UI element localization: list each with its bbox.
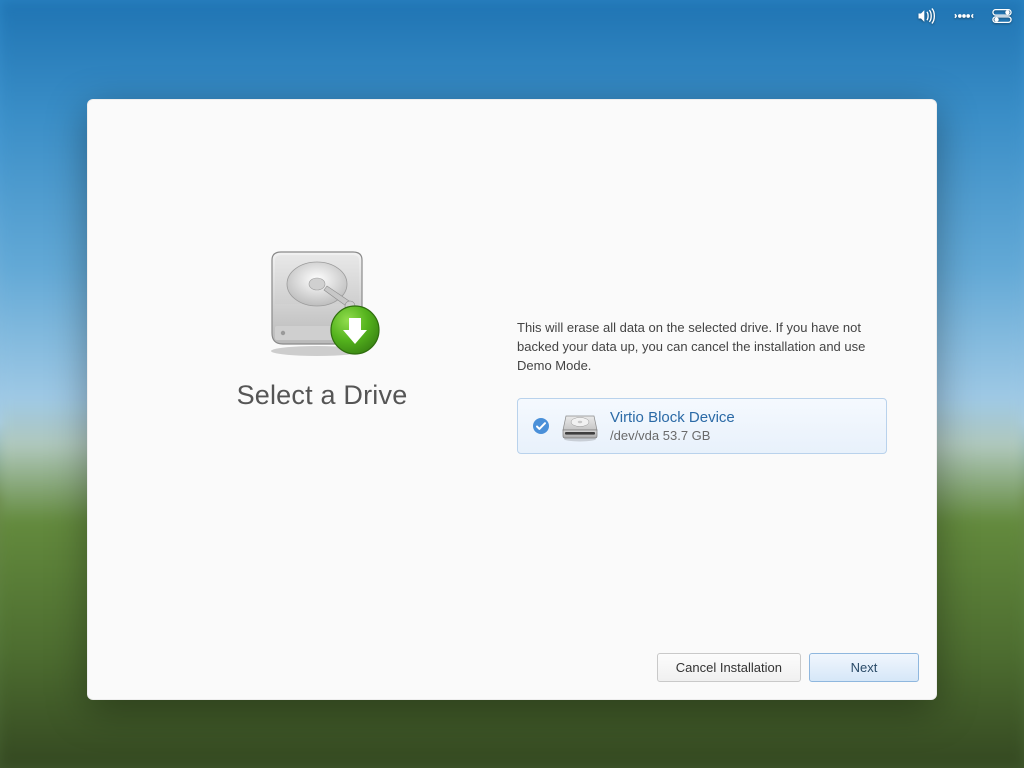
warning-text: This will erase all data on the selected… (517, 319, 887, 376)
dialog-footer: Cancel Installation Next (87, 639, 937, 700)
volume-icon[interactable] (916, 8, 936, 29)
installer-dialog: Select a Drive This will erase all data … (87, 99, 937, 700)
network-icon[interactable] (954, 8, 974, 29)
drive-option-virtio[interactable]: Virtio Block Device /dev/vda 53.7 GB (517, 398, 887, 454)
left-panel: Select a Drive (127, 139, 517, 639)
selected-check-icon (532, 417, 550, 435)
page-title: Select a Drive (237, 380, 408, 411)
top-indicator-bar (904, 0, 1024, 37)
cancel-button[interactable]: Cancel Installation (657, 653, 801, 682)
drive-name-label: Virtio Block Device (610, 409, 735, 426)
power-toggles-icon[interactable] (992, 8, 1012, 29)
drive-text: Virtio Block Device /dev/vda 53.7 GB (610, 409, 735, 443)
next-button[interactable]: Next (809, 653, 919, 682)
right-panel: This will erase all data on the selected… (517, 139, 897, 639)
hard-drive-icon (560, 410, 600, 442)
drive-path-label: /dev/vda 53.7 GB (610, 428, 735, 443)
dialog-body: Select a Drive This will erase all data … (87, 99, 937, 639)
drive-install-icon (257, 248, 387, 358)
